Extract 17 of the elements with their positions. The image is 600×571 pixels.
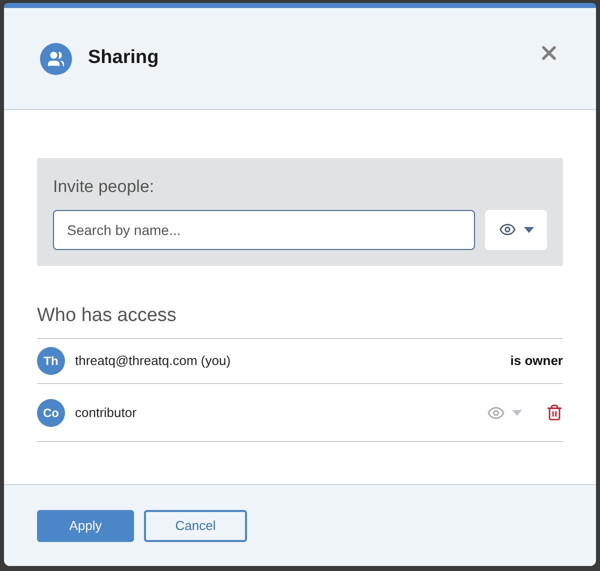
avatar: Co <box>37 398 65 426</box>
person-name: contributor <box>75 404 138 422</box>
search-field[interactable]: Search by name... <box>53 210 475 250</box>
caret-icon <box>512 410 522 416</box>
delete-button[interactable] <box>546 404 563 421</box>
cancel-button[interactable]: Cancel <box>144 510 247 542</box>
eye-icon <box>498 221 516 238</box>
role-label: is owner <box>510 352 563 370</box>
dialog-title: Sharing <box>88 46 159 70</box>
permission-dropdown[interactable] <box>485 210 547 250</box>
person-name: threatq@threatq.com (you) <box>75 352 232 370</box>
apply-button[interactable]: Apply <box>37 510 134 542</box>
caret-icon <box>524 226 534 232</box>
avatar: Th <box>37 347 65 375</box>
invite-label: Invite people: <box>53 176 156 198</box>
access-heading: Who has access <box>37 304 178 328</box>
people-icon <box>40 42 72 74</box>
